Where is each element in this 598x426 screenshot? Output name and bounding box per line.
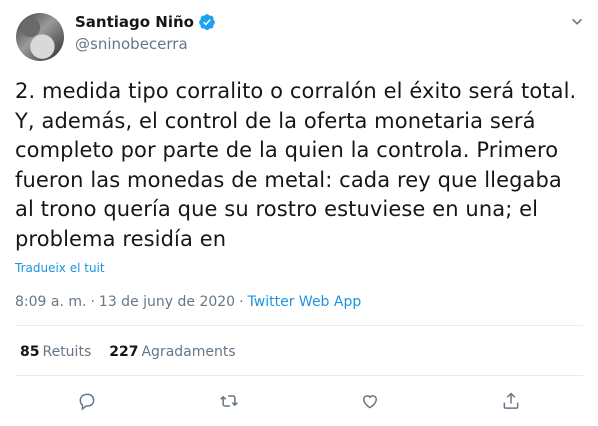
likes-count: 227 xyxy=(109,344,139,360)
retweets-count: 85 xyxy=(20,344,40,360)
avatar[interactable] xyxy=(16,13,64,61)
meta-separator: · xyxy=(90,294,95,310)
chevron-down-icon[interactable] xyxy=(567,12,587,32)
translate-link[interactable]: Tradueix el tuit xyxy=(15,261,105,275)
divider xyxy=(15,375,583,376)
heart-icon[interactable] xyxy=(359,390,381,412)
tweet-stats: 85 Retuits 227 Agradaments xyxy=(20,344,236,360)
retweets-label: Retuits xyxy=(42,344,92,360)
tweet-metadata: 8:09 a. m. · 13 de juny de 2020 · Twitte… xyxy=(15,294,361,310)
likes-label: Agradaments xyxy=(141,344,236,360)
likes-stat[interactable]: 227 Agradaments xyxy=(109,344,235,360)
retweets-stat[interactable]: 85 Retuits xyxy=(20,344,91,360)
retweet-icon[interactable] xyxy=(218,390,240,412)
handle[interactable]: @sninobecerra xyxy=(75,35,188,53)
verified-badge-icon xyxy=(198,13,216,31)
share-icon[interactable] xyxy=(500,390,522,412)
divider xyxy=(15,325,583,326)
action-bar xyxy=(0,390,598,414)
tweet-source-link[interactable]: Twitter Web App xyxy=(248,294,362,310)
meta-separator: · xyxy=(239,294,244,310)
author-name-row[interactable]: Santiago Niño xyxy=(75,12,216,32)
tweet-text: 2. medida tipo corralito o corralón el é… xyxy=(15,79,577,251)
tweet-date[interactable]: 13 de juny de 2020 xyxy=(99,294,235,310)
reply-icon[interactable] xyxy=(76,390,98,412)
display-name[interactable]: Santiago Niño xyxy=(75,13,194,31)
tweet-time[interactable]: 8:09 a. m. xyxy=(15,294,86,310)
